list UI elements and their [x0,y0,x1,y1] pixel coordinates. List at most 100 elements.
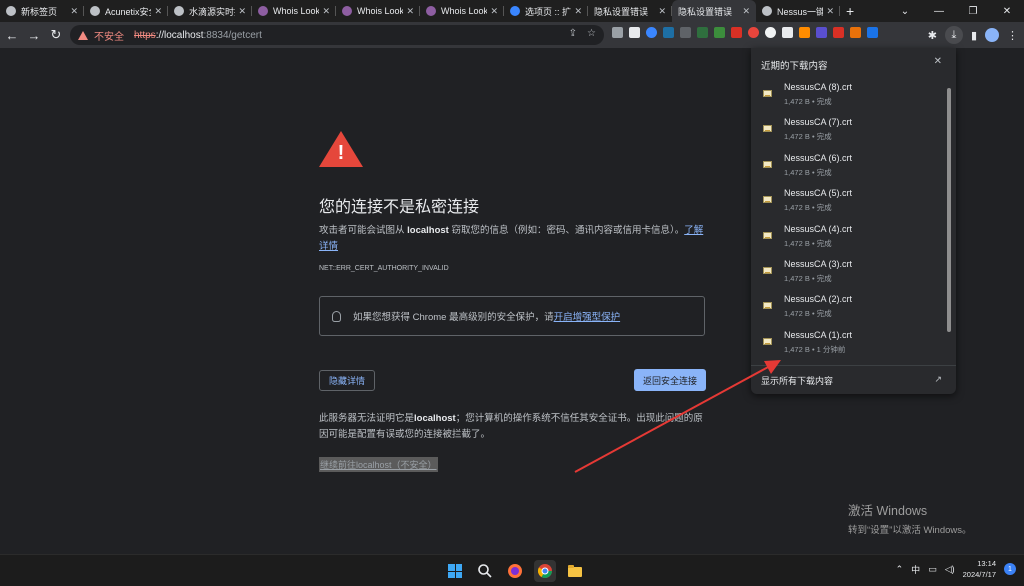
extension-icon[interactable] [680,27,691,38]
search-button[interactable] [474,560,496,582]
extension-icon[interactable] [629,27,640,38]
tab-close-icon[interactable]: ✕ [658,6,666,17]
extension-icon[interactable] [833,27,844,38]
tab-favicon-icon [174,6,184,16]
download-item[interactable]: NessusCA (4).crt 1,472 B • 完成 [751,220,946,255]
desc-text: 攻击者可能会试图从 [319,225,408,236]
browser-tab[interactable]: Nessus一键 ✕ [756,0,840,22]
clock-date: 2024/7/17 [962,570,996,579]
tab-close-icon[interactable]: ✕ [406,6,414,17]
close-icon[interactable]: ✕ [934,56,942,67]
enhanced-protection-link[interactable]: 开启增强型保护 [554,309,621,323]
tab-label: 隐私设置错误 [678,6,733,17]
tab-search-chevron-icon[interactable]: ⌄ [888,6,922,17]
browser-tab[interactable]: 新标签页 ✕ [0,0,84,22]
volume-icon[interactable]: ◁) [945,564,955,575]
extension-icon[interactable] [850,27,861,38]
activation-title: 激活 Windows [848,504,928,518]
file-explorer-button[interactable] [564,560,586,582]
extension-icon[interactable] [612,27,623,38]
avatar[interactable] [985,28,999,42]
show-all-downloads-link[interactable]: 显示所有下载内容 [761,374,833,387]
browser-tab[interactable]: 隐私设置错误 ✕ [672,0,756,22]
extension-icon[interactable] [782,27,793,38]
download-item[interactable]: NessusCA (7).crt 1,472 B • 完成 [751,113,946,148]
certificate-file-icon [763,90,772,97]
download-icon[interactable]: ⤓ [944,26,963,44]
extension-icon[interactable] [731,27,742,38]
proceed-unsafe-link[interactable]: 继续前往localhost（不安全） [319,457,438,472]
side-panel-icon[interactable]: ▮ [971,29,977,42]
notification-badge[interactable]: 1 [1004,563,1016,575]
tab-close-icon[interactable]: ✕ [574,6,582,17]
clock[interactable]: 13:14 2024/7/17 [963,558,996,580]
maximize-button[interactable]: ❐ [956,6,990,17]
download-status: 1,472 B • 1 分钟前 [784,344,846,354]
download-item[interactable]: NessusCA (6).crt 1,472 B • 完成 [751,149,946,184]
chrome-button[interactable] [534,560,556,582]
downloads-list: NessusCA (8).crt 1,472 B • 完成 NessusCA (7)… [751,78,946,361]
certificate-file-icon [763,302,772,310]
extension-icon[interactable] [663,27,674,38]
browser-tab[interactable]: Whois Lookup✕ [336,0,420,22]
tab-close-icon[interactable]: ✕ [826,6,834,17]
download-filename: NessusCA (2).crt [784,294,853,305]
tab-close-icon[interactable]: ✕ [70,6,78,17]
tab-favicon-icon [510,6,520,16]
share-icon[interactable]: ⇪ [569,28,577,39]
browser-tab[interactable]: 水滴源实时提✕ [168,0,252,22]
puzzle-extensions-icon[interactable]: ✱ [928,29,937,42]
browser-tab[interactable]: 隐私设置错误 ✕ [588,0,672,22]
download-item[interactable]: NessusCA (2).crt 1,472 B • 完成 [751,290,946,325]
download-item[interactable]: NessusCA (1).crt 1,472 B • 1 分钟前 [751,326,946,361]
tab-favicon-icon [6,6,16,16]
browser-tab[interactable]: Acunetix安全✕ [84,0,168,22]
extensions-row [612,27,878,38]
new-tab-button[interactable]: + [846,0,854,22]
show-all-downloads-row[interactable]: 显示所有下载内容 ↗ [751,365,956,394]
ime-indicator[interactable]: 中 [911,563,920,576]
hide-details-button[interactable]: 隐藏详情 [319,370,375,391]
not-secure-label[interactable]: 不安全 [94,28,124,43]
extension-icon[interactable] [867,27,878,38]
tab-close-icon[interactable]: ✕ [322,6,330,17]
minimize-button[interactable]: — [922,6,956,17]
chevron-up-icon[interactable]: ⌃ [896,564,904,575]
browser-tab[interactable]: 选项页 :: 扩展✕ [504,0,588,22]
tab-close-icon[interactable]: ✕ [238,6,246,17]
extension-icon[interactable] [646,27,657,38]
tab-favicon-icon [90,6,100,16]
certificate-file-icon [763,125,772,133]
scrollbar[interactable] [947,88,951,332]
tab-close-icon[interactable]: ✕ [154,6,162,17]
more-menu-icon[interactable]: ⋮ [1007,29,1018,42]
extension-icon[interactable] [714,27,725,38]
tab-close-icon[interactable]: ✕ [742,6,750,17]
extension-icon[interactable] [816,27,827,38]
back-button[interactable]: ← [2,28,22,43]
download-item[interactable]: NessusCA (3).crt 1,472 B • 完成 [751,255,946,290]
start-button[interactable] [444,560,466,582]
tab-label: Whois Lookup [273,6,320,16]
address-bar[interactable]: 不安全 https ://localhost :8834/getcert ⇪ ☆ [70,25,604,45]
detail-host: localhost [414,413,456,424]
forward-button[interactable]: → [24,28,44,43]
extension-icon[interactable] [765,27,776,38]
desc-text: 窃取您的信息（例如：密码、通讯内容或信用卡信息）。 [448,225,685,236]
extension-icon[interactable] [697,27,708,38]
bookmark-star-icon[interactable]: ☆ [587,28,596,39]
network-icon[interactable]: ▭ [928,564,937,575]
download-item[interactable]: NessusCA (5).crt 1,472 B • 完成 [751,184,946,219]
firefox-button[interactable] [504,560,526,582]
extension-icon[interactable] [799,27,810,38]
extension-icon[interactable] [748,27,759,38]
tab-close-icon[interactable]: ✕ [490,6,498,17]
tab-label: 新标签页 [21,6,58,17]
back-to-safety-button[interactable]: 返回安全连接 [634,369,706,391]
browser-tab[interactable]: Whois Lookup✕ [420,0,504,22]
reload-button[interactable]: ↻ [46,27,66,43]
browser-tab[interactable]: Whois Lookup✕ [252,0,336,22]
close-window-button[interactable]: ✕ [990,6,1024,17]
download-item[interactable]: NessusCA (8).crt 1,472 B • 完成 [751,78,946,113]
tab-label: Nessus一键 [777,6,824,17]
